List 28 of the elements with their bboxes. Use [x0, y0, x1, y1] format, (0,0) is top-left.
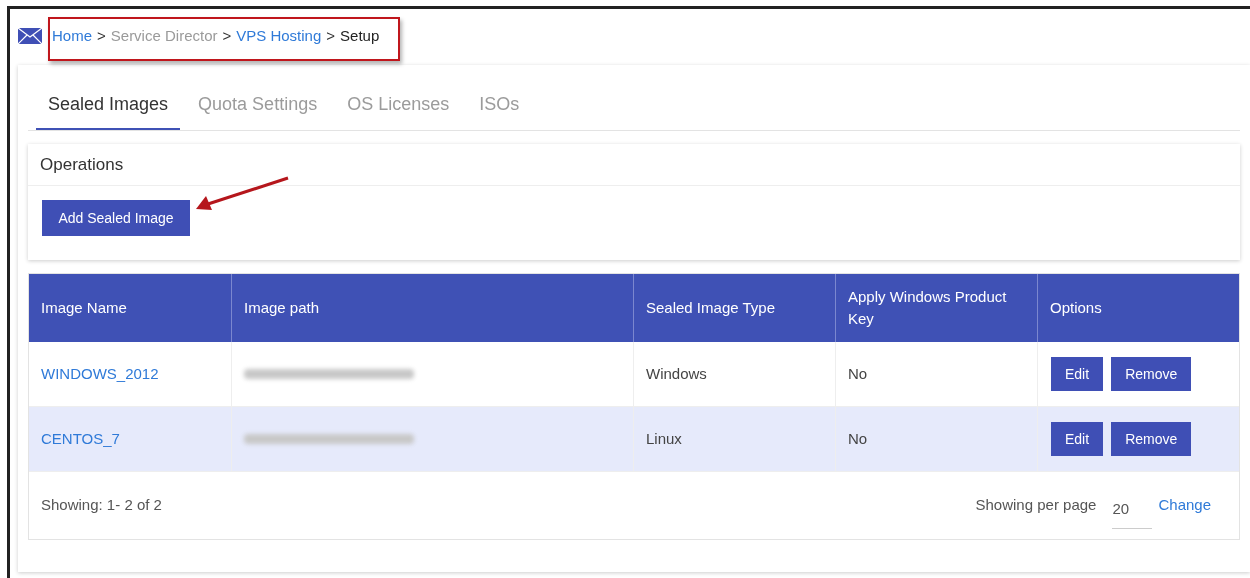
panel-title: Operations — [28, 144, 1240, 186]
breadcrumb-separator: > — [97, 25, 106, 46]
add-sealed-image-button[interactable]: Add Sealed Image — [42, 200, 190, 236]
edit-button[interactable]: Edit — [1051, 357, 1104, 391]
breadcrumb-separator: > — [222, 25, 232, 46]
table-cell-text: Windows — [646, 363, 707, 384]
breadcrumb-separator: > — [326, 25, 336, 46]
tab[interactable]: Sealed Images — [36, 91, 181, 130]
table-row[interactable]: WINDOWS_2012 Windows No Edit Remove — [29, 342, 1239, 407]
per-page-label: Showing per page — [975, 495, 1097, 516]
image-name-link[interactable]: WINDOWS_2012 — [41, 362, 159, 386]
pagination-summary: Showing: 1- 2 of 2 — [41, 495, 162, 516]
column-header: Image Name — [40, 298, 128, 318]
per-page-field[interactable]: 20 — [1112, 481, 1153, 530]
image-name-link[interactable]: CENTOS_7 — [41, 427, 120, 451]
breadcrumb-item: Service Director — [110, 25, 218, 46]
envelope-icon — [18, 28, 42, 44]
breadcrumb-link[interactable]: VPS Hosting — [236, 24, 322, 48]
table-cell-text: No — [848, 363, 868, 384]
breadcrumb-item: Setup — [340, 25, 380, 46]
remove-button[interactable]: Remove — [1111, 357, 1192, 391]
table-row[interactable]: CENTOS_7 Linux No Edit Remove — [29, 407, 1239, 472]
change-link[interactable]: Change — [1158, 494, 1211, 517]
breadcrumb-link[interactable]: Home — [52, 24, 92, 48]
edit-button[interactable]: Edit — [1051, 422, 1104, 456]
table-cell-text: No — [848, 428, 868, 449]
remove-button[interactable]: Remove — [1111, 422, 1192, 456]
table-cell-text: Linux — [646, 428, 682, 449]
